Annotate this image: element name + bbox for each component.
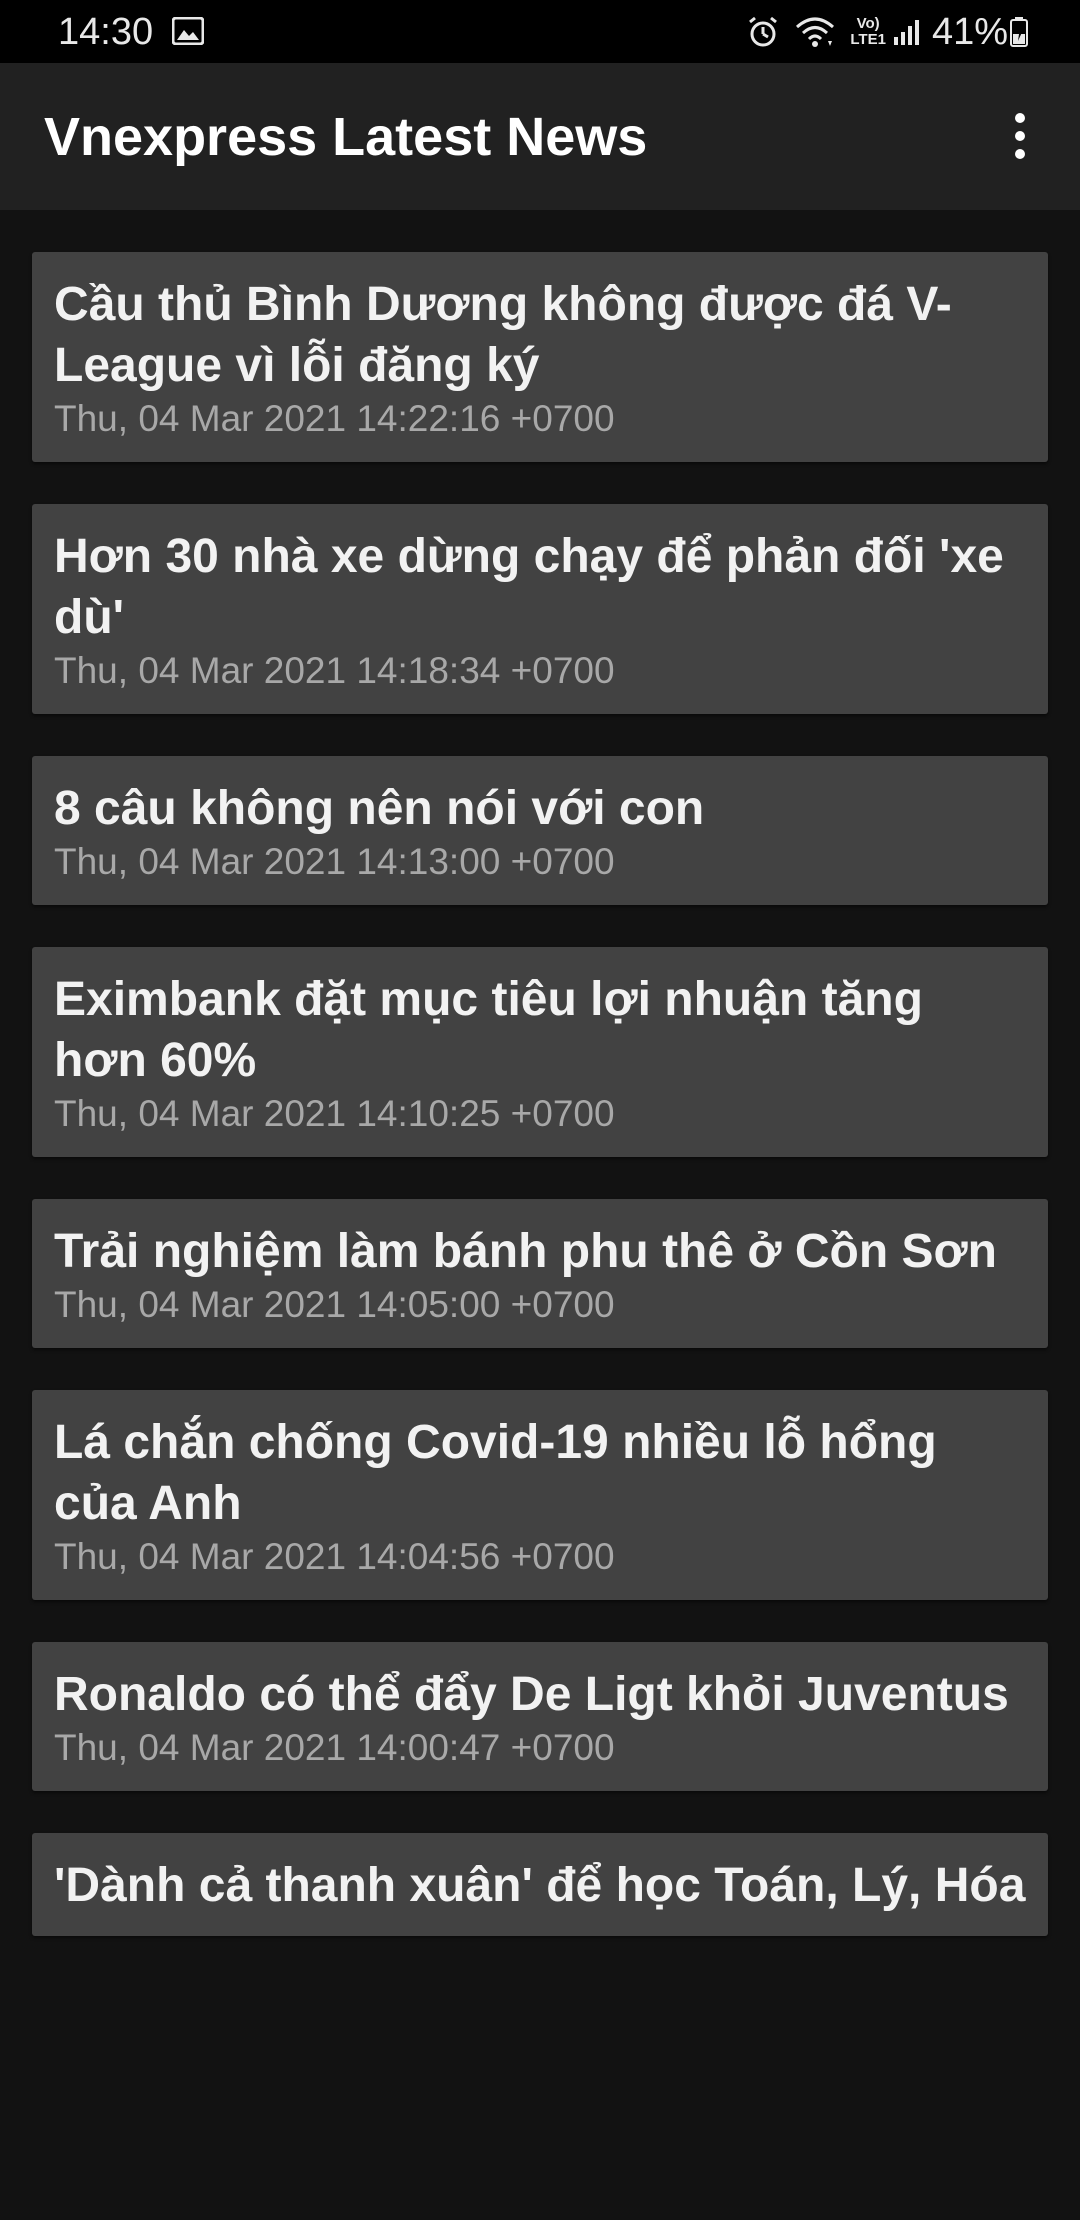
battery-charging-icon — [1010, 17, 1028, 47]
news-date: Thu, 04 Mar 2021 14:18:34 +0700 — [54, 650, 615, 691]
news-date: Thu, 04 Mar 2021 14:05:00 +0700 — [54, 1284, 615, 1325]
news-title: Lá chắn chống Covid-19 nhiều lỗ hổng của… — [54, 1416, 937, 1530]
news-title: Eximbank đặt mục tiêu lợi nhuận tăng hơn… — [54, 973, 923, 1087]
screen: 14:30 Vo) LTE1 41% Vnexpress Latest News… — [0, 0, 1080, 2220]
status-icons: Vo) LTE1 41% — [746, 10, 1028, 54]
status-time: 14:30 — [58, 11, 154, 53]
news-title: 'Dành cả thanh xuân' để học Toán, Lý, Hó… — [54, 1859, 1026, 1912]
volte-icon: Vo) LTE1 — [850, 15, 886, 48]
news-title: Cầu thủ Bình Dương không được đá V-Leagu… — [54, 278, 952, 392]
news-item[interactable]: Ronaldo có thể đẩy De Ligt khỏi Juventus… — [32, 1642, 1048, 1791]
signal-icon — [892, 17, 922, 47]
news-item[interactable]: Trải nghiệm làm bánh phu thê ở Cồn Sơn Th… — [32, 1199, 1048, 1348]
app-title: Vnexpress Latest News — [44, 107, 648, 167]
battery-percent: 41% — [931, 11, 1008, 53]
news-title: Hơn 30 nhà xe dừng chạy để phản đối 'xe … — [54, 530, 1004, 644]
news-title: Ronaldo có thể đẩy De Ligt khỏi Juventus — [54, 1668, 1009, 1721]
news-date: Thu, 04 Mar 2021 14:00:47 +0700 — [54, 1727, 615, 1768]
status-bar: 14:30 Vo) LTE1 41% — [0, 0, 1080, 63]
image-icon — [171, 16, 205, 46]
overflow-menu-button[interactable] — [990, 106, 1050, 166]
news-item[interactable]: Hơn 30 nhà xe dừng chạy để phản đối 'xe … — [32, 504, 1048, 714]
news-item[interactable]: Lá chắn chống Covid-19 nhiều lỗ hổng của… — [32, 1390, 1048, 1600]
news-item[interactable]: Eximbank đặt mục tiêu lợi nhuận tăng hơn… — [32, 947, 1048, 1157]
news-date: Thu, 04 Mar 2021 14:10:25 +0700 — [54, 1093, 615, 1134]
wifi-icon — [794, 15, 836, 49]
news-item[interactable]: 8 câu không nên nói với con Thu, 04 Mar 2… — [32, 756, 1048, 905]
news-title: Trải nghiệm làm bánh phu thê ở Cồn Sơn — [54, 1225, 997, 1278]
news-title: 8 câu không nên nói với con — [54, 782, 705, 835]
news-list: Cầu thủ Bình Dương không được đá V-Leagu… — [32, 252, 1048, 1978]
alarm-icon — [746, 15, 780, 49]
news-date: Thu, 04 Mar 2021 14:04:56 +0700 — [54, 1536, 615, 1577]
news-item[interactable]: Cầu thủ Bình Dương không được đá V-Leagu… — [32, 252, 1048, 462]
overflow-menu-icon — [1015, 113, 1025, 123]
news-item[interactable]: 'Dành cả thanh xuân' để học Toán, Lý, Hó… — [32, 1833, 1048, 1936]
app-bar: Vnexpress Latest News — [0, 63, 1080, 210]
news-date: Thu, 04 Mar 2021 14:13:00 +0700 — [54, 841, 615, 882]
news-date: Thu, 04 Mar 2021 14:22:16 +0700 — [54, 398, 615, 439]
